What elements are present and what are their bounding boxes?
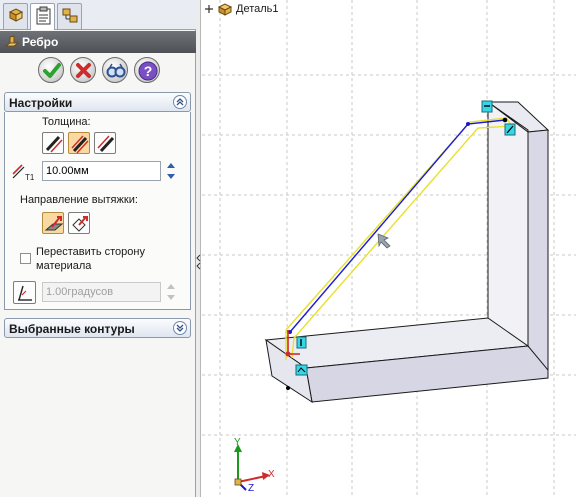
draft-angle-input: 1.00градусов (42, 282, 161, 302)
parallel-to-sketch-icon (44, 216, 64, 231)
svg-text:?: ? (144, 63, 153, 79)
ok-button[interactable] (38, 57, 64, 83)
thickness-dimension-icon: T1 (12, 164, 35, 182)
axis-y-label: Y (234, 437, 241, 448)
draft-angle-icon (18, 285, 32, 301)
selected-contours-section-header[interactable]: Выбранные контуры (4, 318, 191, 338)
feature-title: Ребро (22, 35, 59, 49)
tab-feature-manager[interactable] (3, 3, 28, 29)
thickness-second-side-icon (97, 135, 115, 153)
manager-tabs (0, 0, 196, 30)
chevron-up-icon[interactable] (173, 95, 187, 109)
checkmark-icon (43, 63, 61, 78)
model-view[interactable] (202, 0, 576, 497)
part-name: Деталь1 (236, 3, 279, 15)
normal-to-sketch-icon (72, 216, 88, 232)
draft-spinner (167, 284, 175, 300)
flip-material-label-continued: материала (36, 260, 92, 272)
thickness-first-side-icon (45, 135, 63, 153)
expand-plus-icon[interactable] (204, 4, 214, 14)
preview-button[interactable] (102, 57, 128, 83)
feature-title-bar: Ребро (0, 31, 196, 53)
draft-toggle-button[interactable] (13, 281, 36, 304)
panel-splitter[interactable] (196, 0, 201, 497)
cancel-button[interactable] (70, 57, 96, 83)
extrusion-parallel-button[interactable] (42, 212, 64, 234)
configuration-icon (62, 8, 78, 23)
selected-contours-title: Выбранные контуры (9, 322, 135, 336)
settings-section-title: Настройки (9, 96, 73, 110)
property-sheet-icon (36, 6, 51, 25)
flip-material-checkbox[interactable] (20, 253, 31, 264)
feature-tree-icon (8, 8, 24, 22)
extrusion-direction-label: Направление вытяжки: (20, 194, 138, 206)
extrusion-normal-button[interactable] (68, 212, 90, 234)
extrusion-direction-arrow-icon (377, 233, 391, 249)
property-manager-panel: Ребро ? Настройки Толщина: T1 10.00мм На… (0, 0, 196, 497)
thickness-second-side-button[interactable] (94, 132, 116, 154)
thickness-spinner[interactable] (164, 160, 178, 182)
help-button[interactable]: ? (134, 57, 160, 83)
glasses-icon (106, 63, 126, 78)
settings-section-header[interactable]: Настройки (4, 92, 191, 112)
flip-material-label: Переставить сторону (36, 246, 145, 258)
thickness-both-sides-icon (71, 135, 89, 154)
thickness-input[interactable]: 10.00мм (42, 161, 161, 181)
tab-configuration-manager[interactable] (57, 3, 82, 29)
thickness-label: Толщина: (42, 116, 91, 128)
collapse-arrow-icon[interactable] (196, 252, 201, 272)
axis-x-label: X (268, 469, 275, 480)
part-icon (217, 3, 233, 16)
axis-z-label: Z (248, 483, 255, 494)
settings-section-body: Толщина: T1 10.00мм Направление вытяжки:… (4, 112, 191, 310)
thickness-first-side-button[interactable] (42, 132, 64, 154)
chevron-down-icon[interactable] (173, 321, 187, 335)
help-icon: ? (138, 61, 158, 81)
tab-property-manager[interactable] (30, 3, 55, 30)
svg-text:T1: T1 (25, 173, 35, 182)
rib-sketch-line (288, 117, 508, 334)
graphics-area[interactable]: Y X Z (202, 0, 576, 497)
thickness-both-sides-button[interactable] (68, 132, 90, 154)
close-icon (76, 63, 91, 78)
rib-icon (4, 35, 20, 47)
part-body (264, 101, 550, 404)
